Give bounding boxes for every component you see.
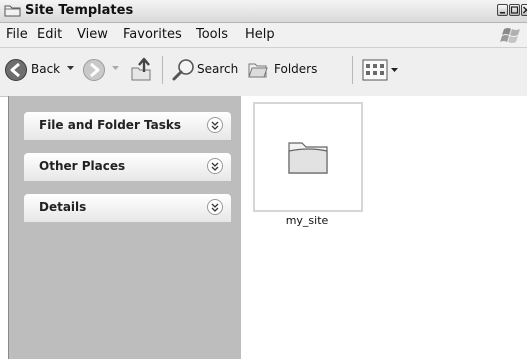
search-icon (172, 59, 194, 81)
chevron-down-icon[interactable] (207, 117, 223, 133)
chevron-down-icon[interactable] (207, 199, 223, 215)
back-arrow-icon (5, 59, 27, 81)
maximize-button[interactable] (509, 4, 520, 16)
search-label: Search (197, 62, 239, 76)
folders-button[interactable]: Folders (246, 56, 324, 84)
up-folder-button[interactable] (128, 54, 156, 86)
forward-button[interactable] (82, 56, 122, 84)
views-button[interactable] (362, 59, 400, 81)
menu-edit[interactable]: Edit (37, 27, 62, 43)
menu-favorites[interactable]: Favorites (123, 27, 182, 43)
menu-tools[interactable]: Tools (196, 27, 228, 43)
chevron-down-icon[interactable] (207, 158, 223, 174)
folder-content-area: my_site (241, 96, 527, 359)
toolbar: Back Search Folders (0, 48, 527, 97)
forward-arrow-icon (83, 59, 105, 81)
folder-name[interactable]: my_site (253, 214, 361, 227)
forward-dropdown-icon[interactable] (112, 66, 119, 71)
task-group-other-places[interactable]: Other Places (24, 153, 231, 181)
folders-label: Folders (274, 62, 318, 76)
windows-logo-icon (498, 26, 524, 46)
task-group-file-folder[interactable]: File and Folder Tasks (24, 112, 231, 140)
menu-help[interactable]: Help (245, 27, 275, 43)
task-group-title: Other Places (39, 159, 126, 173)
back-label: Back (31, 62, 61, 76)
task-group-details[interactable]: Details (24, 194, 231, 222)
search-button[interactable]: Search (171, 56, 241, 84)
toolbar-separator (162, 56, 163, 84)
menu-view[interactable]: View (77, 27, 108, 43)
explorer-window: Site Templates File Edit View Favorites … (0, 0, 527, 359)
folder-icon (288, 142, 328, 174)
close-button[interactable] (521, 4, 527, 16)
task-group-title: File and Folder Tasks (39, 118, 182, 132)
views-icon (362, 59, 398, 81)
menu-bar: File Edit View Favorites Tools Help (0, 23, 527, 48)
folder-icon (4, 4, 21, 17)
toolbar-separator (352, 56, 353, 84)
window-title: Site Templates (25, 3, 134, 18)
menu-file[interactable]: File (6, 27, 28, 43)
folder-thumbnail[interactable] (253, 102, 363, 212)
back-button[interactable]: Back (4, 56, 82, 84)
folder-item[interactable]: my_site (253, 102, 363, 230)
task-pane: File and Folder Tasks Other Places Detai… (8, 96, 242, 359)
up-folder-icon (131, 57, 151, 81)
folders-icon (248, 63, 268, 78)
minimize-button[interactable] (497, 4, 508, 16)
task-group-title: Details (39, 200, 87, 214)
title-bar: Site Templates (0, 0, 527, 23)
back-dropdown-icon[interactable] (67, 66, 74, 71)
